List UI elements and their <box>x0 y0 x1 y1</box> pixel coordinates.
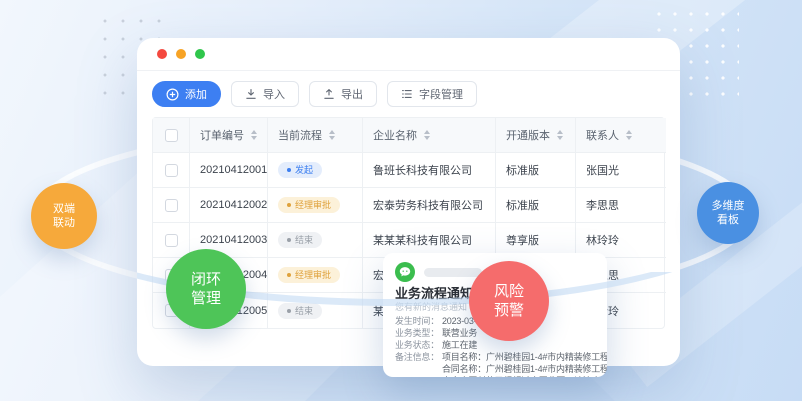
export-button[interactable]: 导出 <box>309 81 377 107</box>
column-header[interactable]: 订单编号 <box>190 118 268 153</box>
notification-field: 业务状态： 施工在建 <box>395 339 595 351</box>
column-header-label: 订单编号 <box>200 127 244 143</box>
badge-text-line: 管理 <box>191 289 221 309</box>
export-button-label: 导出 <box>341 86 363 102</box>
row-checkbox[interactable] <box>165 199 178 212</box>
notification-field-label <box>395 375 442 377</box>
process-cell: 经理审批 <box>268 188 363 223</box>
process-pill: 发起 <box>278 162 322 178</box>
notification-field-value: 支出合同付款已经超过合同收票，请注意！！！ <box>442 375 607 377</box>
process-pill: 经理审批 <box>278 197 340 213</box>
column-header[interactable]: 企业名称 <box>363 118 496 153</box>
row-select-cell <box>153 188 190 223</box>
order-number-cell: 20210412002 <box>190 188 268 223</box>
badge-text-line: 看板 <box>717 213 739 227</box>
badge-text-line: 多维度 <box>712 199 745 213</box>
column-header[interactable]: 当前流程 <box>268 118 363 153</box>
sort-icon[interactable] <box>626 130 632 140</box>
badge-text-line: 闭环 <box>191 270 221 290</box>
column-header-label: 联系人 <box>586 127 619 143</box>
import-button-label: 导入 <box>263 86 285 102</box>
add-button[interactable]: 添加 <box>152 81 221 107</box>
row-select-cell <box>153 153 190 188</box>
list-icon <box>401 88 413 100</box>
row-select-cell <box>153 223 190 258</box>
sort-icon[interactable] <box>557 130 563 140</box>
column-header[interactable]: 开通版本 <box>496 118 576 153</box>
column-header-label: 当前流程 <box>278 127 322 143</box>
column-header[interactable]: 联系人 <box>576 118 666 153</box>
window-titlebar <box>137 38 680 71</box>
field-manage-button-label: 字段管理 <box>419 86 463 102</box>
plus-circle-icon <box>166 88 179 101</box>
notification-field-label <box>395 363 442 375</box>
contact-cell: 张国光 <box>576 153 666 188</box>
notification-field: 支出合同付款已经超过合同收票，请注意！！！ <box>395 375 595 377</box>
table-row: 20210412002 经理审批 宏泰劳务科技有限公司 标准版 李思思 <box>153 188 664 223</box>
column-header-label: 开通版本 <box>506 127 550 143</box>
process-pill-label: 结束 <box>295 235 313 245</box>
download-icon <box>245 88 257 100</box>
company-name-cell: 宏泰劳务科技有限公司 <box>363 188 496 223</box>
badge-text-line: 预警 <box>494 301 524 321</box>
company-name-cell: 鲁班长科技有限公司 <box>363 153 496 188</box>
contact-cell: 李思思 <box>576 188 666 223</box>
notification-field: 备注信息： 项目名称：广州碧桂园1-4#市内精装修工程 <box>395 351 595 363</box>
import-button[interactable]: 导入 <box>231 81 299 107</box>
sort-icon[interactable] <box>424 130 430 140</box>
process-cell: 结束 <box>268 223 363 258</box>
process-pill-label: 发起 <box>295 165 313 175</box>
process-pill: 结束 <box>278 232 322 248</box>
badge-text-line: 联动 <box>53 216 75 230</box>
badge-risk-warning: 风险 预警 <box>469 261 549 341</box>
notification-field-value: 施工在建 <box>442 339 477 351</box>
version-cell: 标准版 <box>496 153 576 188</box>
add-button-label: 添加 <box>185 86 207 102</box>
notification-field-label: 业务类型： <box>395 327 442 339</box>
process-pill-label: 经理审批 <box>295 200 331 210</box>
badge-dual-linkage: 双端 联动 <box>31 183 97 249</box>
notification-field-label: 备注信息： <box>395 351 442 363</box>
scene: 添加 导入 导出 <box>0 0 802 401</box>
notification-field-value: 联营业务 <box>442 327 477 339</box>
minimize-button[interactable] <box>176 49 186 59</box>
select-all-checkbox[interactable] <box>165 129 178 142</box>
badge-text-line: 风险 <box>494 282 524 302</box>
badge-closed-loop-management: 闭环 管理 <box>166 249 246 329</box>
badge-text-line: 双端 <box>53 202 75 216</box>
column-header-label: 企业名称 <box>373 127 417 143</box>
version-cell: 标准版 <box>496 188 576 223</box>
notification-field-label: 业务状态： <box>395 339 442 351</box>
toolbar: 添加 导入 导出 <box>137 71 680 117</box>
field-manage-button[interactable]: 字段管理 <box>387 81 477 107</box>
table-row: 20210412001 发起 鲁班长科技有限公司 标准版 张国光 <box>153 153 664 188</box>
badge-multi-dimension-board: 多维度 看板 <box>697 182 759 244</box>
notification-field-value: 合同名称：广州碧桂园1-4#市内精装修工程龙骨采购合同 <box>442 363 607 375</box>
zoom-button[interactable] <box>195 49 205 59</box>
select-all-cell <box>153 118 190 153</box>
notification-field-label: 发生时间： <box>395 315 442 327</box>
row-checkbox[interactable] <box>165 164 178 177</box>
row-checkbox[interactable] <box>165 234 178 247</box>
sort-icon[interactable] <box>251 130 257 140</box>
notification-field-value: 项目名称：广州碧桂园1-4#市内精装修工程 <box>442 351 607 363</box>
upload-icon <box>323 88 335 100</box>
process-cell: 发起 <box>268 153 363 188</box>
order-number-cell: 20210412001 <box>190 153 268 188</box>
close-button[interactable] <box>157 49 167 59</box>
table-header: 订单编号 当前流程 企业名称 开通版本 联系人 <box>153 118 664 153</box>
process-pill: 结束 <box>278 303 322 319</box>
notification-field: 合同名称：广州碧桂园1-4#市内精装修工程龙骨采购合同 <box>395 363 595 375</box>
process-pill-label: 结束 <box>295 306 313 316</box>
sort-icon[interactable] <box>329 130 335 140</box>
